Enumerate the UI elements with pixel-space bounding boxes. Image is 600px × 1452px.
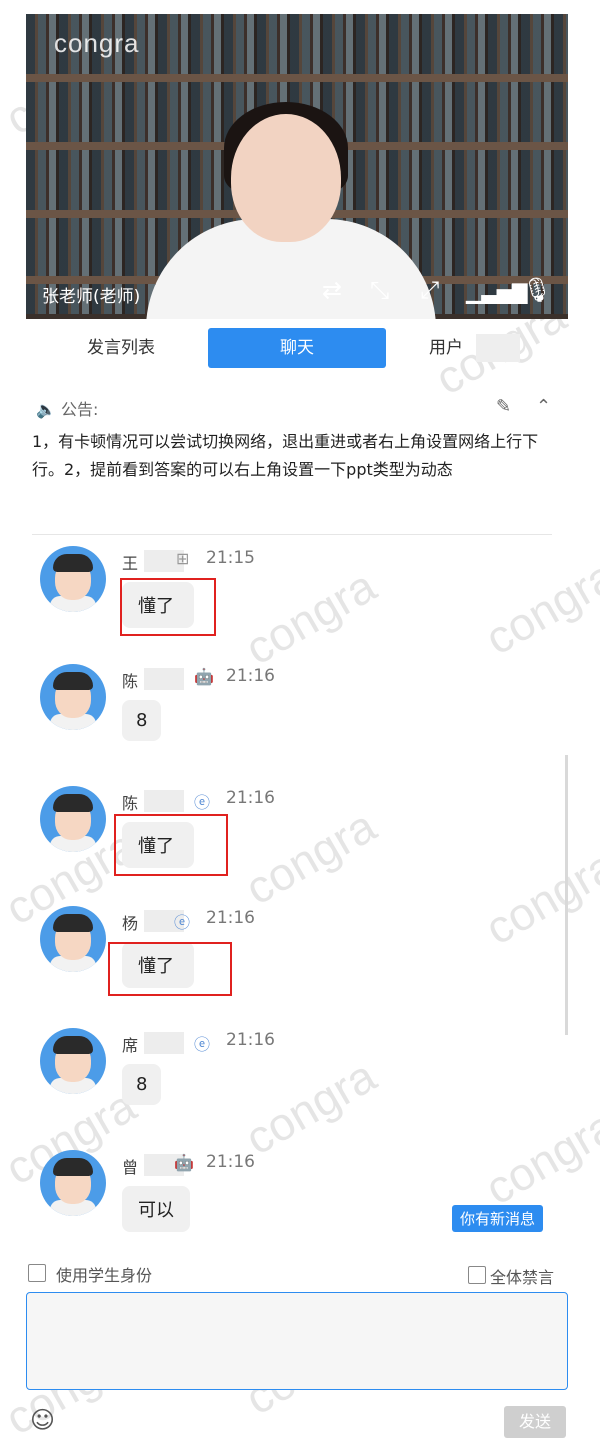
redacted-name [144,1032,184,1054]
message-time: 21:16 [226,666,275,686]
tab-users[interactable]: 用户 [416,328,476,368]
message-time: 21:16 [206,908,255,928]
switch-icon[interactable]: ⇄ [322,276,342,304]
sender-name: 陈 [122,672,139,691]
android-icon: 🤖 [194,667,214,686]
avatar [40,664,106,730]
mute-all-label: 全体禁言 [490,1268,555,1287]
sender-name: 席 [122,1036,139,1055]
student-identity-checkbox[interactable] [28,1264,46,1282]
message-time: 21:16 [206,1152,255,1172]
watermark: congra [476,839,600,955]
student-identity-label: 使用学生身份 [56,1266,153,1285]
highlight-box [120,578,216,636]
watermark: congra [476,549,600,665]
chevron-up-icon[interactable]: ⌃ [536,396,551,417]
tab-chat[interactable]: 聊天 [208,328,386,368]
message-input[interactable] [26,1292,568,1390]
message-time: 21:15 [206,548,255,568]
fullscreen-icon[interactable]: ⤢ [420,276,439,304]
speaker-icon: 🔈 [36,400,56,419]
notice-content: 1，有卡顿情况可以尝试切换网络，退出重进或者右上角设置网络上行下行。2，提前看到… [32,432,539,479]
scrollbar[interactable] [565,755,568,1035]
send-button[interactable]: 发送 [504,1406,566,1438]
new-message-badge[interactable]: 你有新消息 [452,1205,544,1232]
watermark: congra [476,1099,600,1215]
notice-header: 🔈 公告: [36,396,98,420]
ie-icon: ⓔ [194,793,211,812]
sender-name: 杨 [122,914,139,933]
mute-all-checkbox[interactable] [468,1266,486,1284]
brand-logo: congra [54,28,140,58]
avatar [40,906,106,972]
highlight-box [108,942,232,996]
microphone-icon[interactable]: 🎙 [522,276,552,304]
message-bubble: 可以 [122,1186,190,1232]
exit-fullscreen-icon[interactable]: ⤡ [370,276,389,304]
notice-title: 公告: [61,400,99,419]
video-player[interactable]: congra 张老师(老师) ⇄ ⤡ ⤢ ▁▃▅▇ 🎙 [26,14,568,319]
redacted-name [144,668,184,690]
avatar [40,1028,106,1094]
sender-name: 王 [122,554,139,573]
android-icon: 🤖 [174,1153,194,1172]
teacher-label: 张老师(老师) [42,287,141,307]
highlight-box [114,814,228,876]
emoji-icon[interactable]: ☺ [30,1406,55,1434]
sender-name: 曾 [122,1158,139,1177]
watermark: congra [236,559,385,675]
watermark: congra [236,799,385,915]
sender-name: 陈 [122,794,139,813]
shelf [26,74,568,82]
windows-icon: ⊞ [176,549,190,568]
person-face [231,114,341,242]
message-time: 21:16 [226,1030,275,1050]
tab-speech-list[interactable]: 发言列表 [56,328,186,368]
message-bubble: 8 [122,1064,162,1105]
ie-icon: ⓔ [174,913,191,932]
avatar [40,546,106,612]
divider [32,534,552,535]
message-bubble: 8 [122,700,162,741]
watermark: congra [236,1049,385,1165]
chat-tabs: 发言列表 聊天 用户 [26,328,568,368]
avatar [40,1150,106,1216]
redacted-count [476,334,520,362]
avatar [40,786,106,852]
edit-icon[interactable]: ✎ [496,396,511,417]
signal-icon: ▁▃▅▇ [466,280,528,304]
message-time: 21:16 [226,788,275,808]
ie-icon: ⓔ [194,1035,211,1054]
redacted-name [144,790,184,812]
